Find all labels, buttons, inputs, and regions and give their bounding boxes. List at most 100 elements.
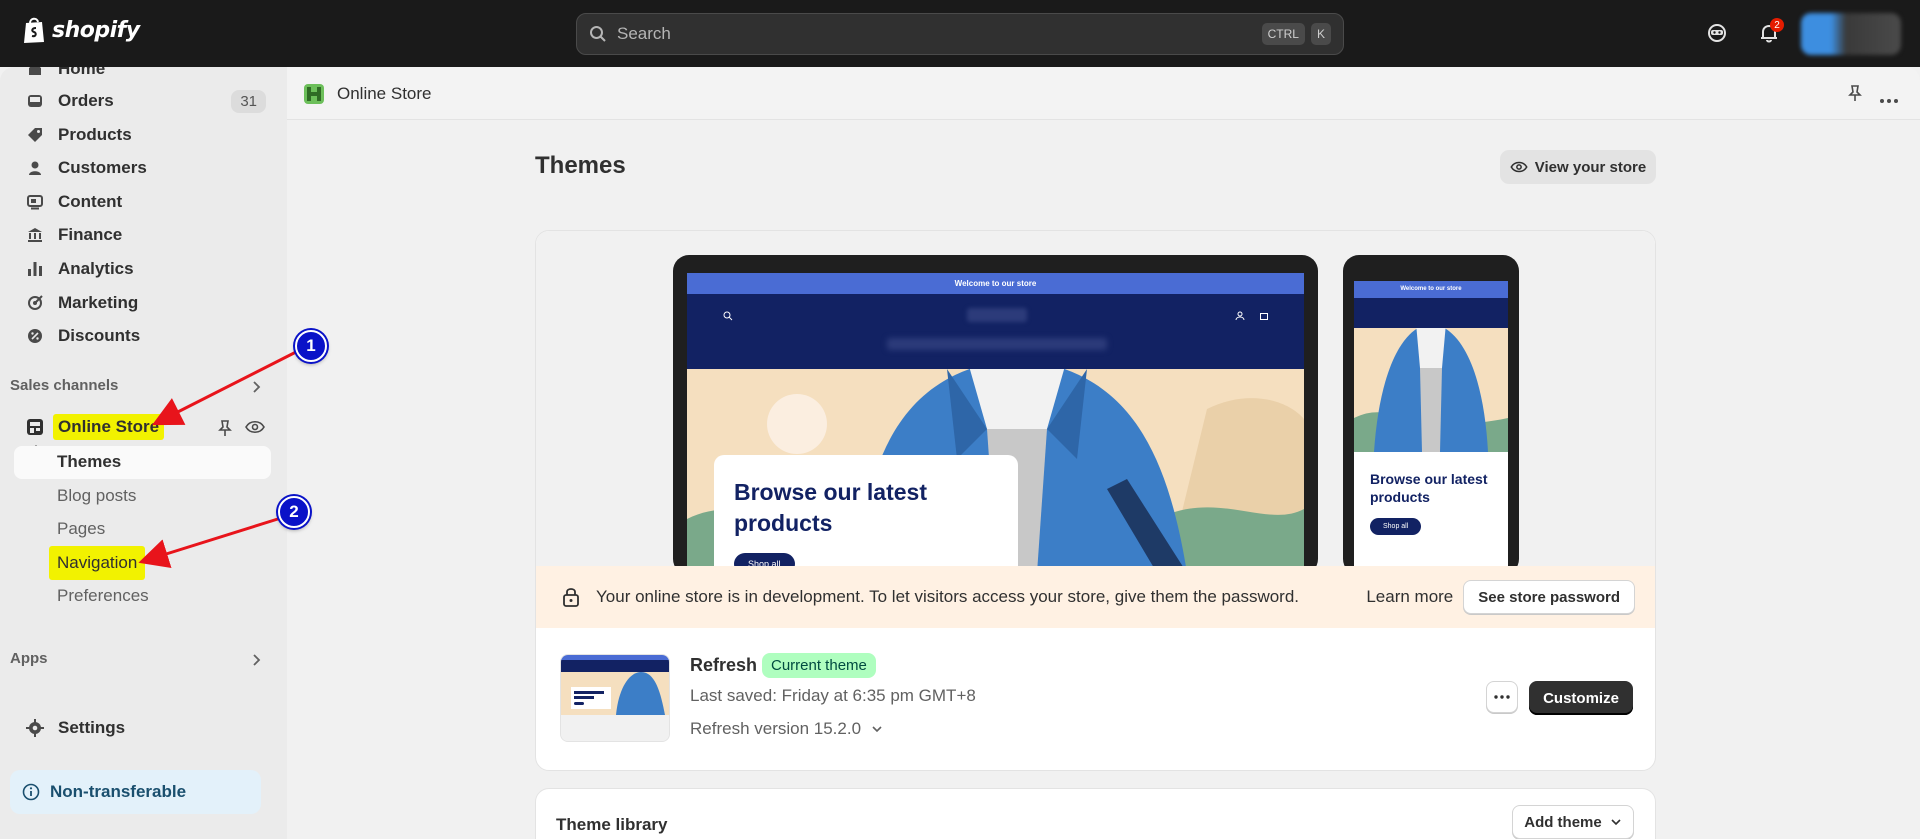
learn-more-link[interactable]: Learn more	[1366, 587, 1453, 607]
sidebar-item-label: Marketing	[58, 293, 139, 312]
breadcrumb-label: Online Store	[337, 84, 432, 103]
tag-icon	[26, 126, 44, 144]
shortcut-key-k: K	[1310, 23, 1331, 45]
chevron-down-icon	[872, 726, 882, 733]
content-icon	[26, 193, 44, 211]
preview-store-logo	[967, 308, 1027, 322]
sidebar-subitem-navigation[interactable]: Navigation	[49, 546, 146, 580]
search-bar[interactable]: Search CTRL K	[576, 13, 1344, 55]
preview-store-header	[687, 294, 1304, 369]
view-your-store-label: View your store	[1534, 158, 1647, 176]
sidebar-item-label: Customers	[58, 158, 147, 177]
sidebar-item-label: Products	[58, 125, 132, 144]
theme-preview[interactable]: Welcome to our store Browse our latest p…	[536, 231, 1655, 581]
sidebar-subitem-blog-posts[interactable]: Blog posts	[57, 486, 136, 506]
shortcut-key-ctrl: CTRL	[1261, 23, 1305, 45]
eye-icon[interactable]	[245, 420, 265, 439]
apps-label[interactable]: Apps	[10, 650, 48, 667]
gear-icon	[26, 719, 44, 737]
theme-thumbnail[interactable]	[560, 654, 670, 742]
chevron-right-icon[interactable]	[252, 653, 262, 672]
sidebar-item-label: Analytics	[58, 259, 134, 278]
inbox-icon	[26, 92, 44, 110]
sidebar-item-content[interactable]: Content	[10, 186, 270, 218]
current-theme-card: Welcome to our store Browse our latest p…	[535, 230, 1656, 771]
theme-actions-button[interactable]	[1486, 681, 1518, 713]
person-icon	[26, 159, 44, 177]
brand-name: shopify	[52, 17, 140, 43]
sidebar-item-label: Content	[58, 192, 123, 211]
main-content: Online Store Themes View your store Welc…	[287, 67, 1920, 839]
current-theme-row: Refresh Current theme Last saved: Friday…	[536, 628, 1655, 770]
preview-hero-card: Browse our latest products Shop all	[714, 455, 1018, 573]
top-bar: shopify Search CTRL K 2	[0, 0, 1920, 67]
chevron-right-icon[interactable]	[252, 380, 262, 399]
theme-library-title: Theme library	[556, 815, 668, 834]
desktop-preview-screen: Welcome to our store Browse our latest p…	[687, 273, 1304, 573]
pin-icon[interactable]	[217, 419, 233, 442]
search-icon	[723, 311, 733, 321]
sidebar-item-orders[interactable]: Orders 31	[10, 85, 270, 117]
sidebar-item-finance[interactable]: Finance	[10, 219, 270, 251]
customize-button[interactable]: Customize	[1529, 681, 1633, 715]
add-theme-button[interactable]: Add theme	[1512, 805, 1634, 839]
sidekick-icon[interactable]	[1706, 22, 1728, 49]
sidebar-item-label: Discounts	[58, 326, 141, 345]
preview-hero	[1354, 328, 1508, 452]
preview-store-header	[1354, 298, 1508, 328]
search-icon	[590, 26, 606, 42]
preview-hero: Browse our latest products Shop all	[687, 369, 1304, 573]
pin-icon[interactable]	[1847, 84, 1863, 107]
sidebar-item-analytics[interactable]: Analytics	[10, 253, 270, 285]
development-banner-text: Your online store is in development. To …	[596, 587, 1300, 606]
sidebar-item-label: Orders	[58, 91, 114, 110]
sidebar-subitem-preferences[interactable]: Preferences	[57, 586, 149, 606]
discount-icon	[26, 327, 44, 345]
preview-announcement-bar: Welcome to our store	[1354, 281, 1508, 298]
preview-menu-blurred	[887, 338, 1107, 350]
sidebar-item-products[interactable]: Products	[10, 119, 270, 151]
sidebar-item-marketing[interactable]: Marketing	[10, 287, 270, 319]
bank-icon	[26, 226, 44, 244]
mobile-preview: Welcome to our store Browse our latest p…	[1343, 255, 1519, 581]
theme-library-card: Theme library Add theme	[535, 788, 1656, 839]
desktop-preview: Welcome to our store Browse our latest p…	[673, 255, 1318, 575]
chevron-down-icon	[1611, 819, 1621, 826]
theme-name: Refresh	[690, 655, 758, 675]
sidebar-item-home[interactable]: Home	[10, 67, 270, 85]
sidebar-subitem-pages[interactable]: Pages	[57, 519, 105, 539]
theme-thumbnail-image	[561, 655, 669, 741]
view-your-store-button[interactable]: View your store	[1500, 150, 1656, 184]
lock-icon	[563, 588, 579, 607]
sidebar-item-label: Home	[58, 67, 106, 78]
non-transferable-label: Non-transferable	[50, 782, 187, 801]
sidebar-item-customers[interactable]: Customers	[10, 152, 270, 184]
hero-illustration	[1354, 328, 1508, 452]
info-icon	[22, 783, 40, 801]
sidebar-item-discounts[interactable]: Discounts	[10, 320, 270, 352]
see-store-password-button[interactable]: See store password	[1463, 580, 1635, 614]
sales-channels-label[interactable]: Sales channels	[10, 377, 118, 394]
preview-hero-card: Browse our latest products Shop all	[1354, 452, 1508, 553]
preview-announcement-bar: Welcome to our store	[687, 273, 1304, 294]
more-horizontal-icon[interactable]	[1879, 91, 1899, 109]
shopify-logo[interactable]: shopify	[22, 16, 140, 44]
home-icon	[26, 67, 44, 78]
eye-icon	[1510, 161, 1528, 173]
preview-shop-all-button: Shop all	[1370, 518, 1422, 535]
theme-version-dropdown[interactable]: Refresh version 15.2.0	[690, 719, 883, 739]
sidebar: Home Orders 31 Products Customers Conten…	[0, 67, 287, 839]
shopify-bag-icon	[24, 17, 44, 43]
sidebar-subitem-themes-bg[interactable]	[14, 446, 271, 479]
online-store-app-icon	[304, 84, 324, 104]
theme-version-label: Refresh version 15.2.0	[690, 719, 862, 738]
preview-hero-title: Browse our latest products	[734, 479, 927, 536]
orders-count-badge: 31	[231, 90, 266, 113]
account-avatar[interactable]	[1801, 13, 1901, 55]
sidebar-subitem-themes[interactable]: Themes	[57, 452, 121, 472]
target-icon	[26, 294, 44, 312]
sidebar-item-settings[interactable]: Settings	[10, 712, 270, 744]
development-banner: Your online store is in development. To …	[536, 566, 1655, 628]
sidebar-item-label: Finance	[58, 225, 123, 244]
non-transferable-banner[interactable]: Non-transferable	[10, 770, 261, 814]
